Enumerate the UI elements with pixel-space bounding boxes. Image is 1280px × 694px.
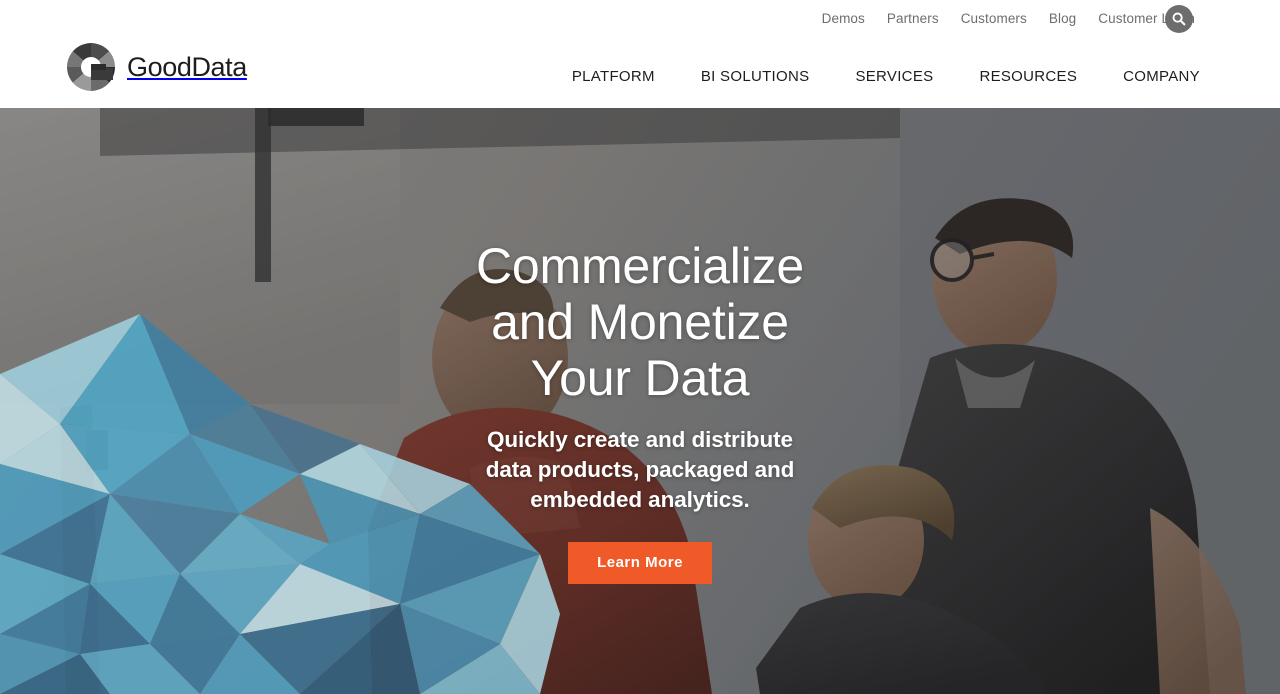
nav-item-platform[interactable]: PLATFORM	[572, 68, 655, 85]
hero-headline-line-2: and Monetize	[491, 294, 789, 350]
nav-item-company[interactable]: COMPANY	[1123, 68, 1200, 85]
hero-subheadline-line-3: embedded analytics.	[530, 487, 750, 512]
logo-link[interactable]: GoodData	[66, 42, 247, 92]
hero-content: Commercialize and Monetize Your Data Qui…	[0, 238, 1280, 584]
utility-link-demos[interactable]: Demos	[822, 11, 865, 26]
nav-item-resources[interactable]: RESOURCES	[979, 68, 1077, 85]
hero-subheadline: Quickly create and distribute data produ…	[0, 425, 1280, 515]
utility-link-blog[interactable]: Blog	[1049, 11, 1076, 26]
search-button[interactable]	[1165, 5, 1193, 33]
learn-more-button[interactable]: Learn More	[568, 542, 712, 584]
hero-subheadline-line-2: data products, packaged and	[485, 457, 795, 482]
nav-item-bi-solutions[interactable]: BI SOLUTIONS	[701, 68, 810, 85]
main-navigation: PLATFORM BI SOLUTIONS SERVICES RESOURCES…	[572, 68, 1200, 85]
search-icon	[1172, 12, 1186, 26]
logo-wordmark: GoodData	[127, 51, 247, 82]
utility-link-partners[interactable]: Partners	[887, 11, 939, 26]
gooddata-logo-mark-icon	[66, 43, 115, 91]
hero-headline-line-1: Commercialize	[475, 238, 804, 294]
hero-cta-wrapper: Learn More	[0, 542, 1280, 584]
site-header: Demos Partners Customers Blog Customer L…	[0, 0, 1280, 108]
nav-item-services[interactable]: SERVICES	[855, 68, 933, 85]
utility-link-customers[interactable]: Customers	[961, 11, 1027, 26]
page-root: Demos Partners Customers Blog Customer L…	[0, 0, 1280, 694]
hero-subheadline-line-1: Quickly create and distribute	[487, 427, 793, 452]
hero-headline: Commercialize and Monetize Your Data	[0, 238, 1280, 406]
utility-navigation: Demos Partners Customers Blog Customer L…	[822, 0, 1195, 36]
hero-headline-line-3: Your Data	[530, 350, 750, 406]
hero-section: Commercialize and Monetize Your Data Qui…	[0, 108, 1280, 694]
